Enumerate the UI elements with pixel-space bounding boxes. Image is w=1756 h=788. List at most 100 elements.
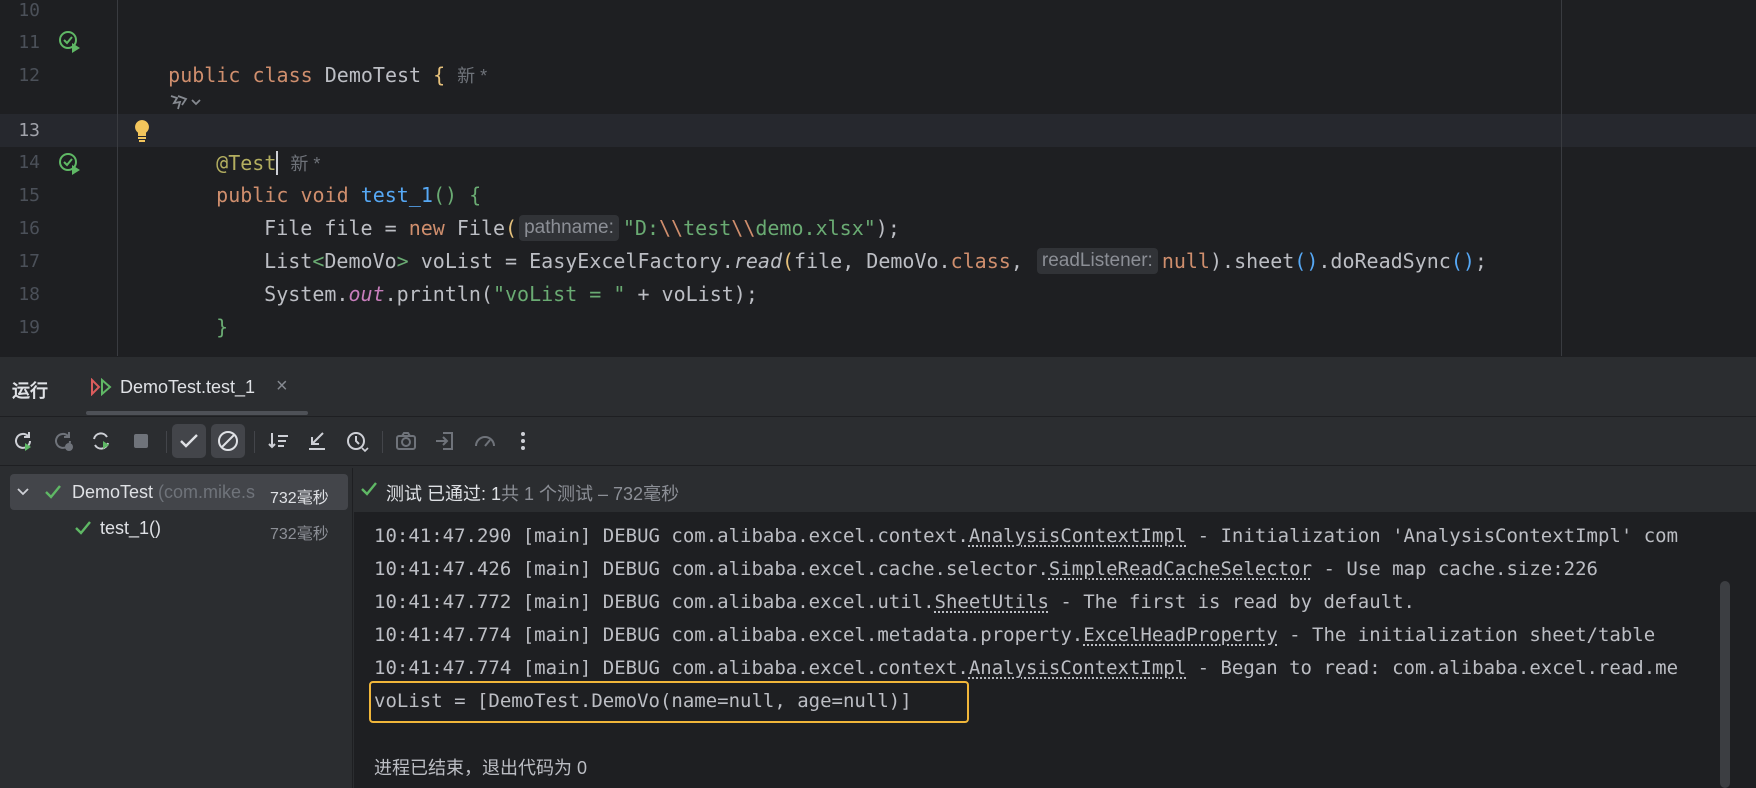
console-scrollbar[interactable] [1720, 581, 1730, 788]
log-line: 10:41:47.772 [main] DEBUG com.alibaba.ex… [374, 586, 1415, 618]
toggle-auto-rerun-icon [93, 432, 109, 450]
toggle-auto-rerun-button[interactable] [84, 424, 118, 458]
line-number: 10 [18, 0, 40, 21]
run-tab-label: DemoTest.test_1 [120, 377, 256, 397]
log-message: - Began to read: com.alibaba.excel.read.… [1186, 657, 1679, 679]
line-number: 16 [18, 218, 40, 239]
log-class-link[interactable]: AnalysisContextImpl [969, 657, 1186, 679]
log-line: 10:41:47.426 [main] DEBUG com.alibaba.ex… [374, 553, 1598, 585]
brace: { [433, 63, 446, 87]
run-tool-window: 运行 DemoTest.test_1 × DemoTest (com.mike.… [0, 356, 1756, 788]
method-chain: .doReadSync [1318, 249, 1451, 273]
test-tree: DemoTest (com.mike.s 732毫秒 test_1() 732毫… [0, 468, 353, 788]
log-message: - The first is read by default. [1048, 591, 1415, 613]
collapse-icon [309, 432, 325, 450]
export-button[interactable] [428, 424, 462, 458]
sort-icon [268, 433, 288, 449]
rerun-failed-icon [55, 432, 73, 451]
class-ref: System. [264, 282, 349, 306]
tree-item-label: test_1() [100, 518, 162, 538]
code-line-16: List<DemoVo> voList = EasyExcelFactory.r… [216, 212, 1487, 274]
line-number: 12 [18, 65, 40, 86]
tree-item-test-1[interactable]: test_1() 732毫秒 [10, 510, 348, 546]
line-number-current: 13 [18, 120, 40, 141]
export-icon [436, 432, 453, 450]
code-line-17: System.out.println("voList = " + voList)… [216, 245, 758, 306]
history-icon [347, 432, 369, 453]
code-line-14: public void test_1() { [168, 146, 481, 207]
line-number: 11 [18, 32, 40, 53]
method-chain: ).sheet [1209, 249, 1295, 273]
string: "voList = " [492, 282, 626, 306]
test-duration: 732毫秒 [270, 526, 329, 543]
rerun-failed-button[interactable] [46, 424, 80, 458]
code-editor[interactable]: 10 11 12 13 14 15 16 17 18 19 public cla… [0, 0, 1756, 356]
line-number: 18 [18, 284, 40, 305]
line-number: 19 [18, 317, 40, 338]
screenshot-button[interactable] [389, 424, 423, 458]
test-package: (com.mike.s [158, 482, 256, 502]
log-prefix: 10:41:47.774 [main] DEBUG com.alibaba.ex… [374, 624, 1084, 646]
keyword: public [168, 63, 241, 87]
log-class-link[interactable]: SheetUtils [935, 591, 1049, 613]
show-passed-button[interactable] [172, 424, 206, 458]
coverage-icon [475, 436, 495, 447]
test-status-bar: 测试 已通过: 1共 1 个测试 – 732毫秒 [354, 468, 1756, 512]
history-button[interactable] [340, 424, 374, 458]
coverage-button[interactable] [468, 424, 502, 458]
test-run-icon [91, 378, 112, 396]
change-marker: 新 * [457, 66, 488, 86]
run-test-icon[interactable] [58, 152, 82, 176]
ai-assist-icon[interactable] [168, 92, 204, 112]
show-ignored-icon [218, 431, 238, 451]
check-icon [75, 521, 91, 535]
rerun-button[interactable] [6, 424, 40, 458]
sort-button[interactable] [262, 424, 296, 458]
log-prefix: 10:41:47.774 [main] DEBUG com.alibaba.ex… [374, 657, 969, 679]
keyword: null [1161, 249, 1210, 273]
close-icon[interactable]: × [276, 375, 288, 398]
stop-icon [134, 434, 148, 448]
run-tab[interactable]: DemoTest.test_1 × [88, 357, 308, 415]
parens: () [1294, 249, 1319, 273]
camera-icon [396, 432, 416, 450]
log-message: - The initialization sheet/table [1277, 624, 1656, 646]
code-line-13: @Test 新 * [168, 114, 320, 175]
tab-underline [86, 411, 308, 415]
status-sub: 共 1 个测试 – 732毫秒 [501, 484, 680, 504]
tree-item-demotest[interactable]: DemoTest (com.mike.s 732毫秒 [10, 474, 348, 510]
show-ignored-button[interactable] [211, 424, 245, 458]
log-class-link[interactable]: AnalysisContextImpl [969, 525, 1186, 547]
process-exit-line: 进程已结束，退出代码为 0 [374, 758, 588, 778]
code-line-18: } [168, 278, 228, 339]
log-class-link[interactable]: SimpleReadCacheSelector [1049, 558, 1312, 580]
collapse-button[interactable] [300, 424, 334, 458]
tree-item-label: DemoTest (com.mike.s [72, 482, 255, 503]
punctuation: ; [1474, 249, 1487, 273]
test-duration: 732毫秒 [270, 490, 329, 507]
parens: () [1450, 249, 1475, 273]
test-class-name: DemoTest [72, 482, 154, 502]
log-message: - Use map cache.size:226 [1312, 558, 1598, 580]
rerun-icon [15, 432, 31, 451]
more-button[interactable] [506, 424, 540, 458]
run-test-icon[interactable] [58, 30, 82, 54]
log-class-link[interactable]: ExcelHeadProperty [1083, 624, 1277, 646]
expression: + voList); [625, 282, 758, 306]
line-number: 15 [18, 185, 40, 206]
code-line-11: public class DemoTest {新 * [120, 26, 487, 87]
line-number: 17 [18, 251, 40, 272]
toolbar-separator [254, 431, 255, 453]
show-passed-icon [180, 434, 198, 448]
log-line: 10:41:47.774 [main] DEBUG com.alibaba.ex… [374, 652, 1678, 684]
parameter-hint: readListener: [1036, 248, 1158, 274]
keyword: class [252, 63, 313, 87]
check-icon [361, 482, 377, 496]
arguments: file, DemoVo. [794, 249, 951, 273]
line-number: 14 [18, 152, 40, 173]
code-line-15: File file = new File(pathname: "D:\\test\… [216, 179, 900, 241]
console-output[interactable]: 测试 已通过: 1共 1 个测试 – 732毫秒 10:41:47.290 [m… [354, 468, 1756, 788]
log-message: - Initialization 'AnalysisContextImpl' c… [1186, 525, 1679, 547]
stop-button[interactable] [124, 424, 158, 458]
chevron-down-icon[interactable] [16, 485, 30, 499]
